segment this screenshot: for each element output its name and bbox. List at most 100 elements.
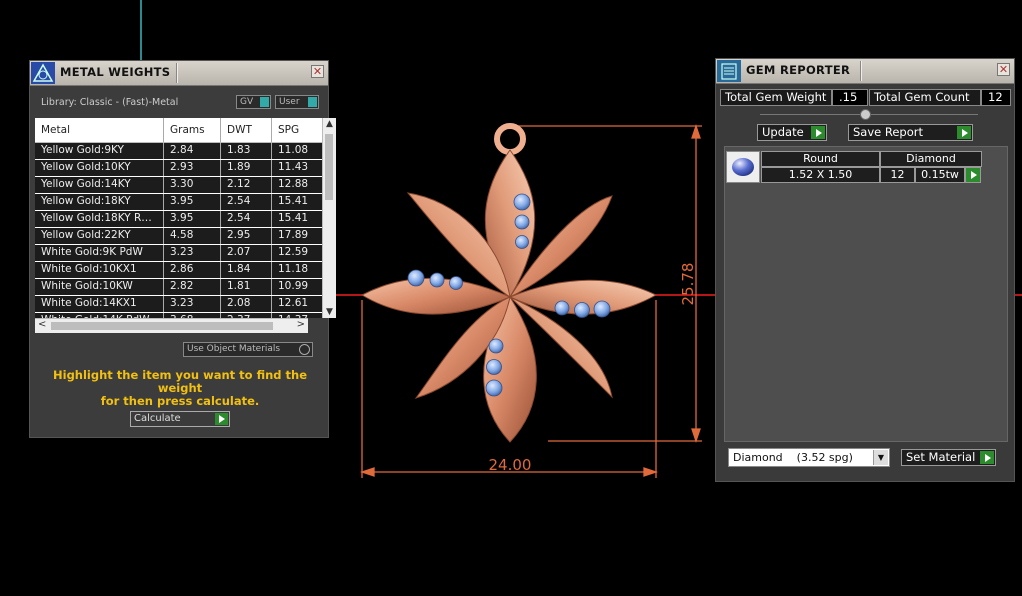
gem-reporter-logo-icon: [717, 60, 741, 82]
table-cell: Yellow Gold:22KY: [35, 228, 164, 244]
table-cell: Yellow Gold:9KY: [35, 143, 164, 159]
user-toggle[interactable]: User: [275, 95, 319, 109]
scroll-down-icon[interactable]: ▼: [323, 307, 336, 317]
table-cell: 1.83: [221, 143, 272, 159]
play-icon: [971, 171, 977, 179]
table-cell: 11.08: [278, 144, 309, 156]
gv-toggle[interactable]: GV: [236, 95, 271, 109]
metal-weights-logo-icon: [31, 62, 55, 84]
material-select[interactable]: Diamond (3.52 spg) ▼: [728, 448, 890, 467]
table-row[interactable]: White Gold:10KW 2.82 1.81 10.99: [35, 279, 322, 296]
table-cell: 2.84: [164, 143, 221, 159]
metal-weights-instructions: Highlight the item you want to find the …: [30, 369, 330, 408]
col-header-spg[interactable]: SPG: [272, 118, 322, 142]
table-cell: 3.95: [164, 194, 221, 210]
table-cell: 12.59: [278, 246, 309, 258]
table-cell: White Gold:9K PdW: [35, 245, 164, 261]
calculate-button[interactable]: Calculate: [130, 411, 230, 427]
table-row[interactable]: White Gold:14KX1 3.23 2.08 12.61: [35, 296, 322, 313]
gem-size: 1.52 X 1.50: [761, 167, 880, 183]
total-gem-weight-value: .15: [832, 89, 868, 106]
table-cell: 4.58: [164, 228, 221, 244]
gem-material: Diamond: [880, 151, 982, 167]
table-cell: 3.95: [164, 211, 221, 227]
table-cell: 2.95: [221, 228, 272, 244]
toggle-knob-icon: [308, 97, 317, 107]
table-row[interactable]: White Gold:9K PdW 3.23 2.07 12.59: [35, 245, 322, 262]
table-cell: 2.54: [221, 194, 272, 210]
scroll-right-icon[interactable]: >: [297, 319, 305, 330]
set-material-button-label: Set Material: [906, 450, 976, 464]
dimension-height-label: 25.78: [679, 263, 697, 306]
vscroll-thumb[interactable]: [325, 134, 333, 200]
gem-count: 12: [880, 167, 915, 183]
table-row[interactable]: White Gold:10KX1 2.86 1.84 11.18: [35, 262, 322, 279]
table-cell: Yellow Gold:18KY: [35, 194, 164, 210]
table-cell: White Gold:10KX1: [35, 262, 164, 278]
table-cell: 3.30: [164, 177, 221, 193]
calculate-button-label: Calculate: [134, 413, 181, 424]
save-report-button[interactable]: Save Report: [848, 124, 973, 141]
scroll-left-icon[interactable]: <: [38, 319, 46, 330]
gem-reporter-title: GEM REPORTER: [746, 63, 851, 77]
gem-weight: 0.15tw: [915, 167, 965, 183]
table-cell: 2.86: [164, 262, 221, 278]
table-cell: 1.89: [221, 160, 272, 176]
close-icon[interactable]: ✕: [997, 63, 1010, 76]
titlebar-separator: [860, 61, 861, 81]
table-cell: White Gold:10KW: [35, 279, 164, 295]
save-report-button-label: Save Report: [853, 125, 924, 139]
table-cell: 2.54: [221, 211, 272, 227]
toggle-knob-icon: [260, 97, 269, 107]
table-row[interactable]: Yellow Gold:18KY 3.95 2.54 15.41: [35, 194, 322, 211]
metal-table-header: Metal Grams DWT SPG: [35, 118, 322, 143]
table-cell: Yellow Gold:18KY R…: [35, 211, 164, 227]
table-cell: 11.18: [278, 263, 309, 275]
table-row[interactable]: Yellow Gold:9KY 2.84 1.83 11.08: [35, 143, 322, 160]
close-icon[interactable]: ✕: [311, 65, 324, 78]
update-button[interactable]: Update: [757, 124, 827, 141]
gem-select-button[interactable]: [965, 167, 981, 183]
chevron-down-icon[interactable]: ▼: [873, 450, 888, 465]
table-cell: 10.99: [278, 280, 309, 292]
dimension-width-label: 24.00: [489, 456, 532, 474]
metal-weights-titlebar[interactable]: METAL WEIGHTS ✕: [30, 61, 328, 86]
total-gem-count-label: Total Gem Count: [869, 89, 981, 106]
table-cell: Yellow Gold:10KY: [35, 160, 164, 176]
table-cell: 2.07: [221, 245, 272, 261]
col-header-metal[interactable]: Metal: [35, 118, 164, 142]
table-cell: 15.41: [278, 195, 309, 207]
col-header-dwt[interactable]: DWT: [221, 118, 272, 142]
material-select-value: Diamond (3.52 spg): [733, 451, 853, 464]
table-row[interactable]: Yellow Gold:14KY 3.30 2.12 12.88: [35, 177, 322, 194]
col-header-grams[interactable]: Grams: [164, 118, 221, 142]
table-cell: 2.82: [164, 279, 221, 295]
scroll-up-icon[interactable]: ▲: [323, 119, 336, 129]
gv-toggle-label: GV: [240, 97, 254, 107]
table-cell: Yellow Gold:14KY: [35, 177, 164, 193]
play-icon: [957, 126, 971, 139]
table-cell: White Gold:14KX1: [35, 296, 164, 312]
gem-reporter-titlebar[interactable]: GEM REPORTER ✕: [716, 59, 1014, 84]
table-row[interactable]: Yellow Gold:22KY 4.58 2.95 17.89: [35, 228, 322, 245]
table-cell: 2.08: [221, 296, 272, 312]
table-cell: 12.61: [278, 297, 309, 309]
splitter-knob-icon[interactable]: [860, 109, 871, 120]
set-material-button[interactable]: Set Material: [901, 449, 996, 466]
hscroll-thumb[interactable]: [51, 322, 273, 330]
use-object-materials-toggle[interactable]: Use Object Materials: [183, 342, 313, 357]
metal-table-body: Yellow Gold:9KY 2.84 1.83 11.08 Yellow Gold:…: [35, 143, 322, 318]
metal-weights-title: METAL WEIGHTS: [60, 65, 171, 79]
total-gem-count-value: 12: [981, 89, 1011, 106]
table-cell: 15.41: [278, 212, 309, 224]
library-label: Library: Classic - (Fast)-Metal: [41, 97, 179, 108]
metal-table-vscroll[interactable]: ▲ ▼: [322, 118, 336, 318]
table-row[interactable]: Yellow Gold:18KY R… 3.95 2.54 15.41: [35, 211, 322, 228]
metal-table-hscroll[interactable]: < >: [35, 318, 308, 333]
gem-row[interactable]: Round Diamond 1.52 X 1.50 12 0.15tw: [726, 151, 986, 183]
gem-shape: Round: [761, 151, 880, 167]
gem-list: Round Diamond 1.52 X 1.50 12 0.15tw: [724, 146, 1008, 442]
metal-table[interactable]: Metal Grams DWT SPG Yellow Gold:9KY 2.84 1…: [35, 118, 322, 318]
table-row[interactable]: Yellow Gold:10KY 2.93 1.89 11.43: [35, 160, 322, 177]
use-object-materials-label: Use Object Materials: [187, 344, 281, 354]
